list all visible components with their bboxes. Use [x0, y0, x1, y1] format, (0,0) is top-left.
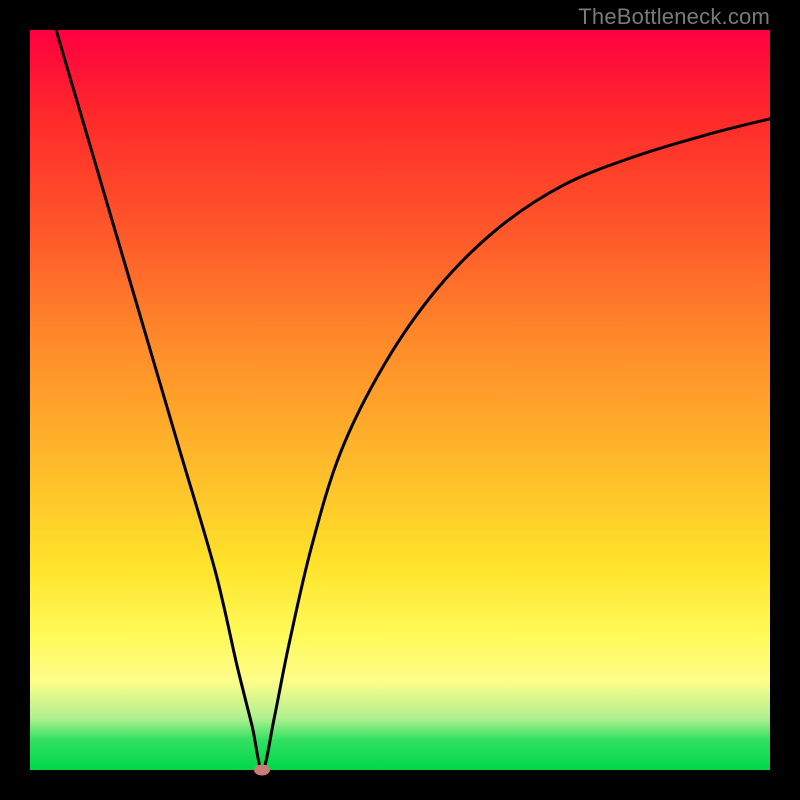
bottleneck-curve — [30, 30, 770, 770]
outer-frame: TheBottleneck.com — [0, 0, 800, 800]
watermark-text: TheBottleneck.com — [578, 4, 770, 30]
optimal-point-marker — [254, 765, 270, 776]
curve-path — [30, 30, 770, 770]
plot-area — [30, 30, 770, 770]
